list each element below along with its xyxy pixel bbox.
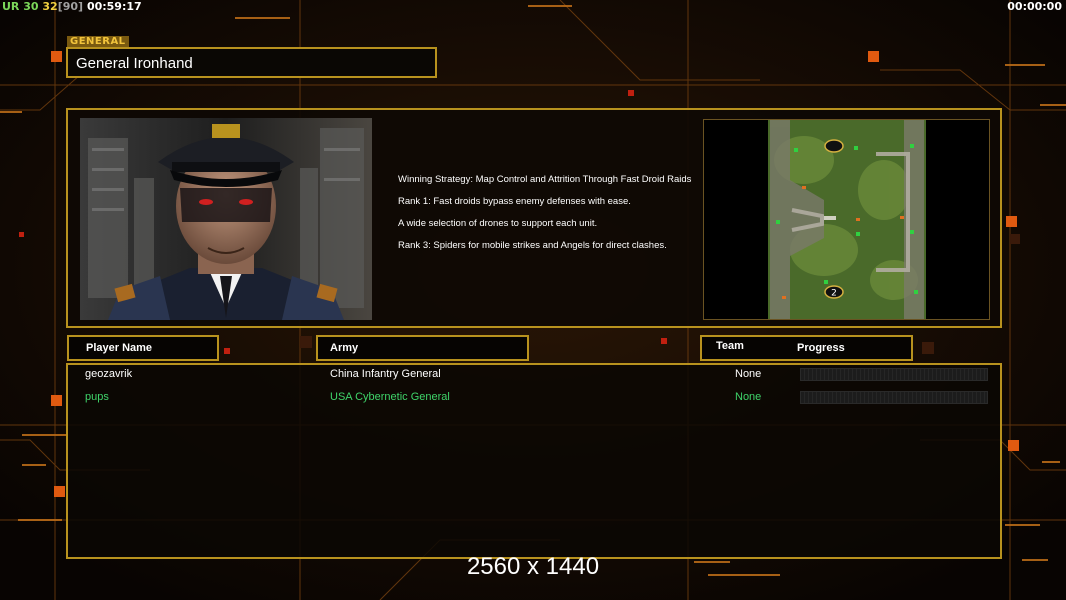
hud-clock: 00:59:17 [86, 0, 142, 13]
hud-fps-a: 30 [23, 0, 39, 13]
map-preview-image: 2 [704, 120, 989, 319]
player-row[interactable]: pups USA Cybernetic General None [68, 388, 1000, 408]
team-progress-header[interactable]: Team Progress [700, 335, 913, 361]
map-preview: 2 [703, 119, 990, 320]
progress-bar [800, 368, 988, 381]
player-team: None [735, 391, 762, 403]
strategy-line: Rank 3: Spiders for mobile strikes and A… [398, 240, 667, 251]
player-row[interactable]: geozavrik China Infantry General None [68, 365, 1000, 385]
player-list: geozavrik China Infantry General None pu… [66, 363, 1002, 559]
player-team: None [735, 368, 762, 380]
general-portrait [80, 118, 372, 320]
player-name: geozavrik [85, 368, 133, 380]
player-name: pups [85, 391, 109, 403]
player-army: USA Cybernetic General [330, 391, 450, 403]
player-name-header[interactable]: Player Name [67, 335, 219, 361]
progress-bar [800, 391, 988, 404]
hud-fps-b: 32 [42, 0, 58, 13]
army-header[interactable]: Army [316, 335, 529, 361]
army-header-label: Army [330, 342, 359, 354]
hud-fps-c: [90] [57, 0, 84, 13]
map-start-label: 2 [831, 289, 837, 299]
fps-counter: UR 30 32[90] 00:59:17 [2, 0, 142, 13]
resolution-label: 2560 x 1440 [466, 553, 600, 580]
general-portrait-image [80, 118, 372, 320]
game-timer: 00:00:00 [1007, 0, 1062, 13]
general-name: General Ironhand [76, 55, 193, 72]
strategy-line: Rank 1: Fast droids bypass enemy defense… [398, 196, 631, 207]
team-header-label: Team [716, 340, 744, 352]
player-army: China Infantry General [330, 368, 441, 380]
general-info-panel: Winning Strategy: Map Control and Attrit… [66, 108, 1002, 328]
general-title-box: General Ironhand [66, 47, 437, 78]
strategy-line: A wide selection of drones to support ea… [398, 218, 598, 229]
player-name-header-label: Player Name [86, 342, 153, 354]
strategy-line: Winning Strategy: Map Control and Attrit… [398, 174, 692, 185]
progress-header-label: Progress [797, 342, 845, 354]
strategy-description: Winning Strategy: Map Control and Attrit… [398, 174, 698, 262]
hud-ur-label: UR [2, 0, 20, 13]
